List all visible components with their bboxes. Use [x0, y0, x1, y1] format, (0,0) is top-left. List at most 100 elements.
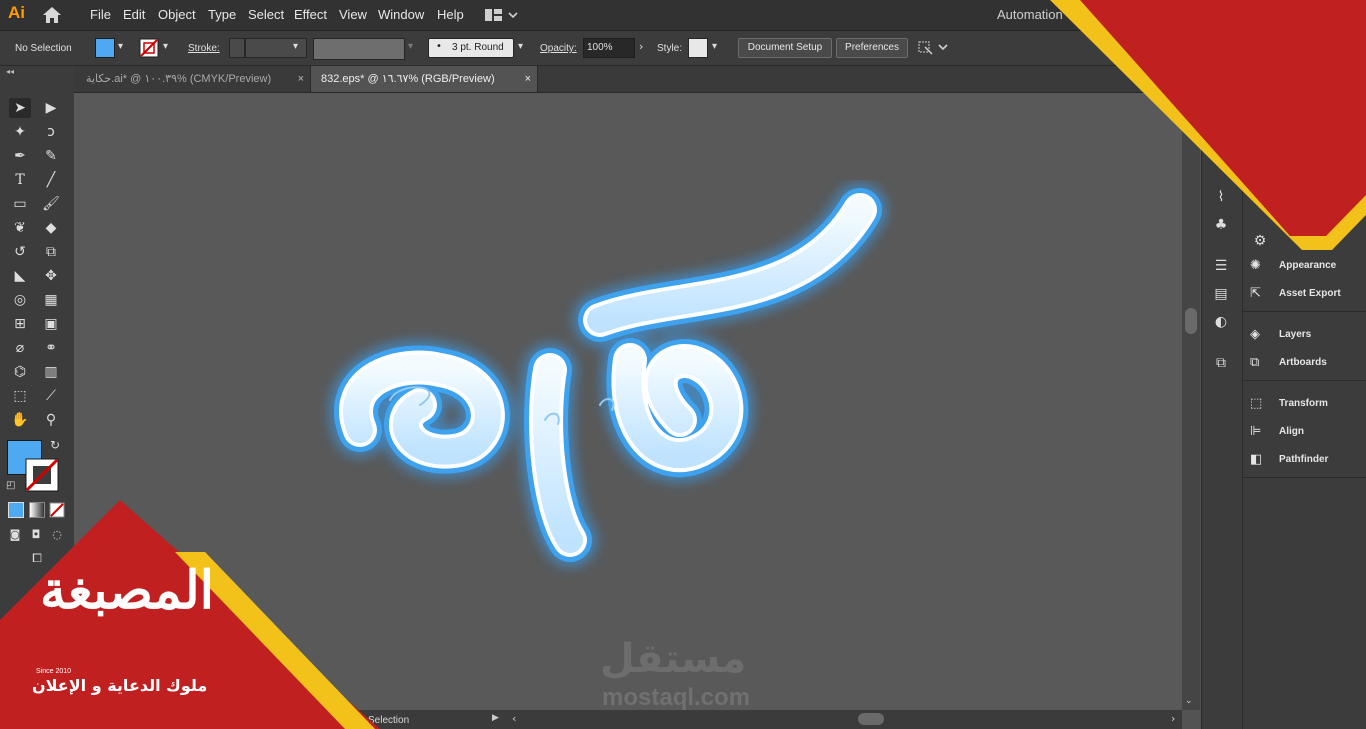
brush-definition[interactable]: • 3 pt. Round [428, 38, 514, 58]
gradient-tool-icon[interactable]: ▣ [40, 314, 62, 334]
pen-tool-icon[interactable]: ✒ [9, 146, 31, 166]
slice-tool-icon[interactable]: ⟋ [40, 386, 62, 406]
stroke-swatch[interactable] [139, 38, 159, 58]
panel-artboards[interactable]: ⧉ Artboards [1250, 352, 1360, 374]
shape-builder-tool-icon[interactable]: ◎ [9, 290, 31, 310]
panel-label: Asset Export [1279, 288, 1341, 299]
lasso-tool-icon[interactable]: ↄ [40, 122, 62, 142]
scroll-down-icon[interactable]: ⌄ [1185, 696, 1193, 706]
panel-appearance[interactable]: ✺ Appearance [1250, 255, 1360, 277]
brand-since: Since 2010 [36, 668, 72, 675]
direct-selection-tool-icon[interactable]: ▶ [40, 98, 62, 118]
selection-tool-icon[interactable]: ➤ [9, 98, 31, 118]
shaper-tool-icon[interactable]: ❦ [9, 218, 31, 238]
rectangle-tool-icon[interactable]: ▭ [9, 194, 31, 214]
panel-label: Layers [1279, 329, 1312, 340]
menu-type[interactable]: Type [208, 7, 236, 22]
puppet-warp-tool-icon[interactable]: ✥ [40, 266, 62, 286]
zoom-tool-icon[interactable]: ⚲ [40, 410, 62, 430]
fill-dropdown-icon[interactable]: ▾ [118, 41, 123, 52]
symbol-sprayer-tool-icon[interactable]: ⌬ [9, 362, 31, 382]
stroke-panel-icon[interactable]: ☰ [1210, 256, 1232, 276]
magic-wand-tool-icon[interactable]: ✦ [9, 122, 31, 142]
tab-document-2[interactable]: 832.eps* @ ١٦.٦٧% (RGB/Preview) × [311, 66, 538, 92]
type-tool-icon[interactable]: T [9, 170, 31, 190]
fill-swatch[interactable] [95, 38, 115, 58]
brush-dropdown-icon[interactable]: ▾ [518, 41, 523, 52]
curvature-tool-icon[interactable]: ✎ [40, 146, 62, 166]
align-icon: ⊫ [1250, 424, 1262, 439]
workspace-switcher-icon[interactable] [484, 7, 518, 23]
transparency-panel-icon[interactable]: ◐ [1210, 312, 1232, 332]
panel-asset-export[interactable]: ⇱ Asset Export [1250, 283, 1360, 305]
close-icon[interactable]: × [525, 66, 531, 92]
stroke-color-box[interactable] [25, 458, 59, 492]
eyedropper-tool-icon[interactable]: ⌀ [9, 338, 31, 358]
perspective-grid-tool-icon[interactable]: ▦ [40, 290, 62, 310]
swap-colors-icon[interactable]: ↻ [50, 438, 60, 452]
style-dropdown-icon[interactable]: ▾ [712, 41, 717, 52]
stroke-stepper[interactable] [229, 38, 245, 58]
transform-icon: ⬚ [1250, 396, 1263, 411]
panel-label: Pathfinder [1279, 454, 1329, 465]
document-setup-button[interactable]: Document Setup [738, 38, 832, 58]
width-tool-icon[interactable]: ◣ [9, 266, 31, 286]
collapse-panel-icon[interactable]: ◂◂ [6, 67, 14, 76]
stroke-weight-dropdown-icon[interactable]: ▾ [293, 41, 298, 52]
menu-object[interactable]: Object [158, 7, 196, 22]
panel-pathfinder[interactable]: ◧ Pathfinder [1250, 449, 1360, 471]
opacity-field[interactable]: 100% [583, 38, 635, 58]
menu-file[interactable]: File [90, 7, 111, 22]
blend-tool-icon[interactable]: ⚭ [40, 338, 62, 358]
stroke-label[interactable]: Stroke: [188, 43, 220, 54]
eraser-tool-icon[interactable]: ◆ [40, 218, 62, 238]
menu-view[interactable]: View [339, 7, 367, 22]
opacity-arrow-icon[interactable]: › [639, 40, 643, 53]
selection-status: No Selection [15, 43, 72, 54]
arrange-documents-icon[interactable] [916, 38, 948, 56]
hand-tool-icon[interactable]: ✋ [9, 410, 31, 430]
tab-document-1[interactable]: حكاية.ai* @ ١٠٠.٣٩% (CMYK/Preview) × [74, 66, 311, 92]
export-panel-icon[interactable]: ⧉ [1210, 353, 1232, 373]
app-logo: Ai [8, 3, 25, 22]
graphic-style-swatch[interactable] [688, 38, 708, 58]
panel-label: Appearance [1279, 260, 1337, 271]
horizontal-scroll-thumb[interactable] [858, 713, 884, 725]
preferences-button[interactable]: Preferences [836, 38, 908, 58]
status-menu-icon[interactable]: ▶ [492, 713, 499, 723]
column-graph-tool-icon[interactable]: ▥ [40, 362, 62, 382]
artwork-3d-text[interactable] [300, 180, 920, 600]
paintbrush-tool-icon[interactable]: 🖌 [40, 194, 62, 214]
menu-window[interactable]: Window [378, 7, 424, 22]
scroll-right-icon[interactable]: › [1171, 712, 1175, 725]
scale-tool-icon[interactable]: ⧉ [40, 242, 62, 262]
menu-effect[interactable]: Effect [294, 7, 327, 22]
panel-transform[interactable]: ⬚ Transform [1250, 393, 1360, 415]
stroke-dropdown-icon[interactable]: ▾ [163, 41, 168, 52]
default-colors-icon[interactable]: ◰ [6, 480, 15, 491]
rotate-tool-icon[interactable]: ↺ [9, 242, 31, 262]
menu-select[interactable]: Select [248, 7, 284, 22]
asset-export-icon: ⇱ [1250, 286, 1261, 301]
panel-label: Transform [1279, 398, 1328, 409]
mesh-tool-icon[interactable]: ⊞ [9, 314, 31, 334]
appearance-icon: ✺ [1250, 258, 1261, 273]
artboard-tool-icon[interactable]: ⬚ [9, 386, 31, 406]
scroll-left-icon[interactable]: ‹ [512, 712, 516, 725]
home-icon[interactable] [42, 6, 62, 24]
panel-layers[interactable]: ◈ Layers [1250, 324, 1360, 346]
line-tool-icon[interactable]: ╱ [40, 170, 62, 190]
vertical-scroll-thumb[interactable] [1185, 308, 1197, 334]
close-icon[interactable]: × [298, 66, 304, 92]
opacity-value: 100% [587, 42, 613, 53]
menu-edit[interactable]: Edit [123, 7, 145, 22]
panel-label: Align [1279, 426, 1304, 437]
brand-corner-ribbon [1050, 0, 1366, 250]
panel-align[interactable]: ⊫ Align [1250, 421, 1360, 443]
artboards-icon: ⧉ [1250, 355, 1260, 370]
gradient-panel-icon[interactable]: ▤ [1210, 284, 1232, 304]
profile-dropdown-icon[interactable]: ▾ [408, 41, 413, 52]
opacity-label[interactable]: Opacity: [540, 43, 577, 54]
variable-width-profile[interactable] [313, 38, 405, 60]
menu-help[interactable]: Help [437, 7, 464, 22]
